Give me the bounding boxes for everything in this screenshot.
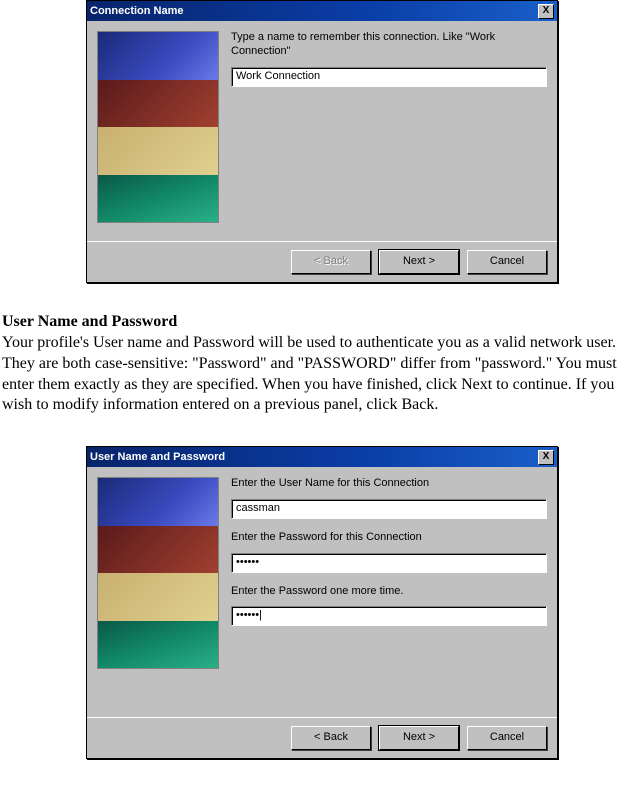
- username-label: Enter the User Name for this Connection: [231, 477, 547, 491]
- next-button[interactable]: Next >: [379, 250, 459, 274]
- close-icon[interactable]: X: [538, 450, 554, 465]
- section-heading: User Name and Password: [2, 313, 644, 331]
- back-button: < Back: [291, 250, 371, 274]
- wizard-image: [97, 477, 219, 669]
- instruction-text: Type a name to remember this connection.…: [231, 31, 547, 59]
- button-row: < Back Next > Cancel: [87, 241, 557, 282]
- password-input[interactable]: ••••••: [231, 553, 547, 573]
- cancel-button[interactable]: Cancel: [467, 250, 547, 274]
- close-icon[interactable]: X: [538, 4, 554, 19]
- button-row: < Back Next > Cancel: [87, 717, 557, 758]
- username-password-dialog: User Name and Password X Enter the User …: [86, 446, 558, 759]
- connection-name-dialog: Connection Name X Type a name to remembe…: [86, 0, 558, 283]
- dialog-title: Connection Name: [90, 5, 184, 17]
- section-paragraph: Your profile's User name and Password wi…: [2, 333, 642, 416]
- wizard-image: [97, 31, 219, 223]
- password-confirm-label: Enter the Password one more time.: [231, 585, 547, 599]
- password-label: Enter the Password for this Connection: [231, 531, 547, 545]
- connection-name-input[interactable]: Work Connection: [231, 67, 547, 87]
- password-confirm-input[interactable]: ••••••|: [231, 606, 547, 626]
- dialog-title: User Name and Password: [90, 451, 225, 463]
- titlebar[interactable]: User Name and Password X: [87, 447, 557, 467]
- username-input[interactable]: cassman: [231, 499, 547, 519]
- titlebar[interactable]: Connection Name X: [87, 1, 557, 21]
